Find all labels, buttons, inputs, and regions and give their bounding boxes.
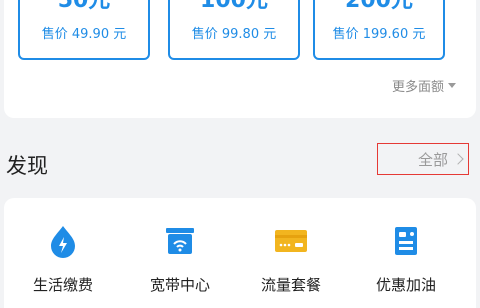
utility-drop-icon bbox=[51, 226, 75, 258]
broadband-icon bbox=[166, 228, 194, 254]
fuel-pump-icon bbox=[395, 227, 417, 255]
service-data-package[interactable]: 流量套餐 bbox=[236, 224, 346, 295]
view-all-button[interactable]: 全部 bbox=[377, 143, 469, 175]
service-broadband-center[interactable]: 宽带中心 bbox=[125, 224, 235, 295]
more-amounts-label: 更多面额 bbox=[391, 80, 444, 95]
amount-option-100[interactable]: 100元 售价 99.80 元 bbox=[168, 0, 300, 60]
service-label: 宽带中心 bbox=[149, 276, 210, 294]
service-label: 生活缴费 bbox=[32, 276, 93, 294]
chevron-right-icon bbox=[452, 153, 464, 165]
data-card-icon bbox=[275, 230, 307, 252]
amount-face: 100元 bbox=[200, 0, 268, 13]
section-title: 发现 bbox=[6, 154, 48, 178]
amount-face: 200元 bbox=[345, 0, 413, 13]
dropdown-triangle-icon bbox=[448, 83, 456, 88]
service-utility-payment[interactable]: 生活缴费 bbox=[8, 224, 118, 295]
view-all-label: 全部 bbox=[417, 150, 448, 169]
amount-price: 售价 49.90 元 bbox=[41, 27, 127, 42]
more-amounts-button[interactable]: 更多面额 bbox=[392, 76, 456, 95]
amount-price: 售价 199.60 元 bbox=[332, 27, 426, 42]
amount-face: 50元 bbox=[57, 0, 111, 13]
amount-price: 售价 99.80 元 bbox=[191, 27, 277, 42]
service-label: 流量套餐 bbox=[260, 276, 321, 294]
amount-option-50[interactable]: 50元 售价 49.90 元 bbox=[18, 0, 150, 60]
amount-option-200[interactable]: 200元 售价 199.60 元 bbox=[313, 0, 445, 60]
service-label: 优惠加油 bbox=[375, 276, 436, 294]
service-fuel-discount[interactable]: 优惠加油 bbox=[351, 224, 461, 295]
